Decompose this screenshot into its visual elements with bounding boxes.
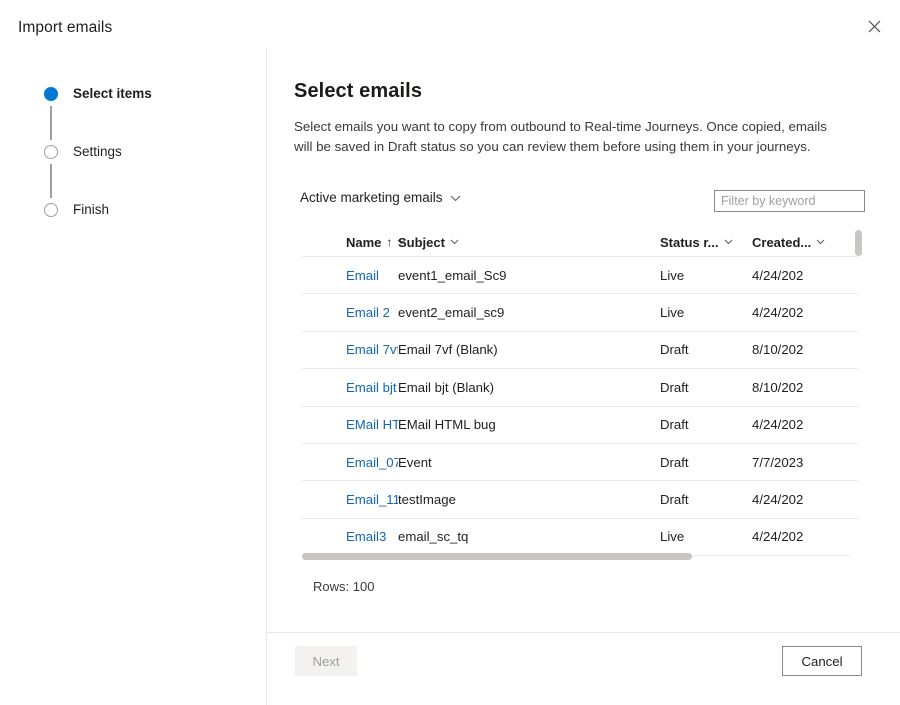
column-header-label: Name [346, 234, 382, 250]
cell-created-on: 4/24/202 [752, 492, 804, 508]
column-header-created-on[interactable]: Created... [752, 235, 852, 250]
view-selector-label: Active marketing emails [300, 190, 443, 205]
cell-status-reason: Draft [660, 417, 689, 433]
search-input[interactable] [714, 190, 865, 212]
cell-name-link[interactable]: Email 7vf ... [302, 342, 398, 357]
close-button[interactable] [858, 12, 890, 44]
view-selector[interactable]: Active marketing emails [300, 190, 461, 205]
column-header-label: Created... [752, 234, 812, 250]
cell-status-reason: Draft [660, 379, 689, 395]
wizard-steps: Select items Settings Finish [44, 82, 244, 222]
column-header-subject[interactable]: Subject [398, 235, 660, 250]
cell-created-on: 8/10/202 [752, 342, 804, 358]
cell-name-link[interactable]: Email3 [302, 529, 398, 544]
cell-created-on: 7/7/2023 [752, 454, 804, 470]
vertical-scrollbar-thumb[interactable] [855, 230, 862, 256]
cell-created-on: 4/24/202 [752, 305, 804, 321]
table-row[interactable]: Email3 email_sc_tq Live 4/24/202 [302, 517, 858, 555]
cell-name-link[interactable]: Email bjt (... [302, 380, 398, 395]
step-connector [50, 164, 52, 198]
chevron-down-icon [450, 191, 461, 205]
cell-subject: testImage [398, 492, 456, 508]
cell-subject: Email 7vf (Blank) [398, 342, 498, 358]
grid-body: Email event1_email_Sc9 Live 4/24/202 Email 2… [302, 256, 858, 555]
cell-subject: email_sc_tq [398, 529, 469, 545]
grid-header-row: Name ↑ Subject Status r... Created... [302, 228, 858, 256]
wizard-step-select-items[interactable]: Select items [44, 82, 244, 106]
page-description: Select emails you want to copy from outb… [294, 119, 827, 154]
cell-status-reason: Live [660, 305, 685, 321]
column-header-label: Subject [398, 234, 445, 250]
table-row[interactable]: EMail HT...EMail HTML bug Draft 4/24/202 [302, 405, 858, 443]
horizontal-scrollbar-thumb[interactable] [302, 553, 692, 560]
dialog-title: Import emails [18, 19, 113, 36]
horizontal-scrollbar[interactable] [302, 553, 858, 560]
cell-subject: event1_email_Sc9 [398, 267, 507, 283]
cell-name-link[interactable]: Email_0707 [302, 455, 398, 470]
table-row[interactable]: Email bjt (...Email bjt (Blank) Draft 8/10… [302, 368, 858, 405]
cancel-button[interactable]: Cancel [782, 646, 862, 676]
cell-name-link[interactable]: Email 2 [302, 305, 398, 320]
grid-toolbar: Active marketing emails [300, 190, 866, 216]
cell-status-reason: Live [660, 529, 685, 545]
rows-count-label: Rows: 100 [313, 579, 375, 594]
chevron-down-icon [450, 237, 459, 248]
import-emails-dialog: Import emails Select items Settings Fini… [0, 0, 900, 705]
cell-status-reason: Draft [660, 454, 689, 470]
vertical-scrollbar[interactable] [855, 230, 862, 512]
cell-name-link[interactable]: Email [302, 268, 398, 283]
table-row[interactable]: Email event1_email_Sc9 Live 4/24/202 [302, 256, 858, 293]
column-header-label: Status r... [660, 234, 719, 250]
cell-subject: Email bjt (Blank) [398, 379, 495, 395]
sort-ascending-icon: ↑ [386, 235, 393, 249]
cell-created-on: 4/24/202 [752, 267, 804, 283]
cell-status-reason: Draft [660, 492, 689, 508]
step-indicator-icon [44, 145, 58, 159]
step-indicator-icon [44, 203, 58, 217]
page-title: Select emails [294, 80, 423, 102]
cell-created-on: 4/24/202 [752, 529, 804, 545]
cell-created-on: 4/24/202 [752, 417, 804, 433]
step-connector [50, 106, 52, 140]
cell-name-link[interactable]: EMail HT... [302, 417, 398, 432]
wizard-step-settings[interactable]: Settings [44, 140, 244, 164]
close-icon [868, 20, 881, 36]
wizard-step-label: Finish [73, 202, 110, 217]
vertical-divider [266, 48, 267, 705]
column-header-status-reason[interactable]: Status r... [660, 235, 752, 250]
table-row[interactable]: Email 7vf ...Email 7vf (Blank) Draft 8/10/… [302, 330, 858, 368]
cell-status-reason: Draft [660, 342, 689, 358]
dialog-titlebar: Import emails [0, 0, 900, 48]
table-row[interactable]: Email 2 event2_email_sc9 Live 4/24/202 [302, 293, 858, 330]
main-content-header: Select emails Select emails you want to … [294, 80, 874, 157]
cell-name-link[interactable]: Email_112 [302, 492, 398, 507]
next-button[interactable]: Next [295, 646, 357, 676]
wizard-step-label: Select items [73, 86, 152, 101]
table-row[interactable]: Email_0707Event Draft 7/7/2023 [302, 442, 858, 480]
cell-status-reason: Live [660, 267, 685, 283]
column-header-name[interactable]: Name ↑ [302, 234, 406, 250]
footer-divider [267, 632, 900, 633]
step-indicator-icon [44, 87, 58, 101]
cell-subject: EMail HTML bug [398, 417, 496, 433]
cell-subject: event2_email_sc9 [398, 305, 505, 321]
emails-grid: Name ↑ Subject Status r... Created... Em… [302, 228, 862, 557]
wizard-step-finish[interactable]: Finish [44, 198, 244, 222]
wizard-step-label: Settings [73, 144, 122, 159]
table-row[interactable]: Email_112testImage Draft 4/24/202 [302, 480, 858, 517]
cell-subject: Event [398, 454, 432, 470]
cell-created-on: 8/10/202 [752, 379, 804, 395]
chevron-down-icon [724, 237, 733, 248]
chevron-down-icon [816, 237, 825, 248]
